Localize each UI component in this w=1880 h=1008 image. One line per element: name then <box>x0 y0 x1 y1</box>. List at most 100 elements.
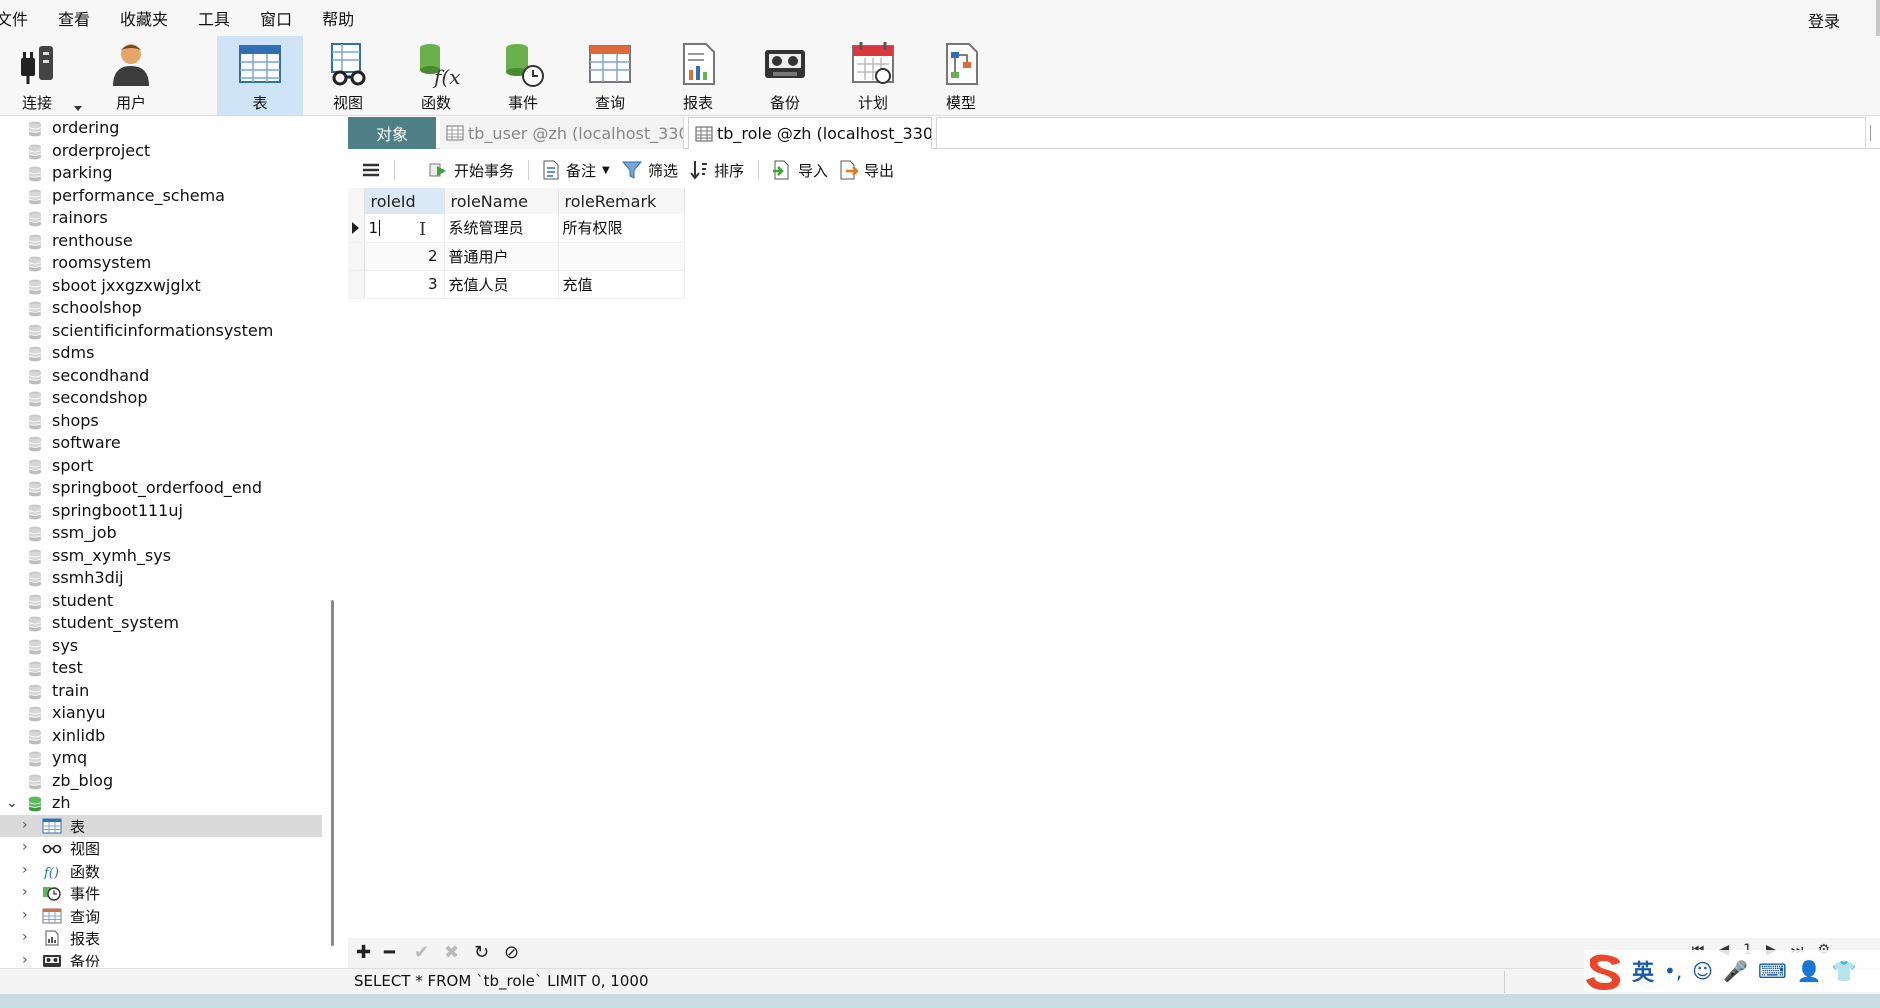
menu-view[interactable]: 查看 <box>58 6 90 30</box>
login-button[interactable]: 登录 <box>1808 8 1840 32</box>
memo-dropdown-icon[interactable]: ▼ <box>602 165 610 176</box>
emoji-icon[interactable]: ☺ <box>1692 959 1713 983</box>
tree-item-database[interactable]: ssm_xymh_sys <box>0 545 322 568</box>
sort-button[interactable]: 排序 <box>690 158 744 182</box>
sogou-logo-icon[interactable] <box>1584 951 1628 991</box>
tree-item-event-clock[interactable]: › 事件 <box>0 882 322 905</box>
memo-button[interactable]: 备注 ▼ <box>542 158 610 182</box>
tree-item-table[interactable]: › 表 <box>0 814 322 837</box>
begin-transaction-button[interactable]: 开始事务 <box>428 158 514 182</box>
tree-item-database[interactable]: rainors <box>0 207 322 230</box>
report-button[interactable]: 报表 <box>655 36 741 115</box>
tab-tb-user[interactable]: tb_user @zh (localhost_330... <box>440 117 684 149</box>
tree-item-database-open[interactable]: ⌄ zh <box>0 792 322 815</box>
chevron-right-icon[interactable]: › <box>22 929 28 945</box>
tree-item-function[interactable]: › f() 函数 <box>0 860 322 883</box>
tree-item-report[interactable]: › 报表 <box>0 927 322 950</box>
tree-item-database[interactable]: performance_schema <box>0 185 322 208</box>
tree-item-query[interactable]: › 查询 <box>0 905 322 928</box>
chevron-down-icon[interactable]: ⌄ <box>6 795 18 811</box>
tree-item-database[interactable]: software <box>0 432 322 455</box>
tab-overflow-icon[interactable] <box>1870 125 1880 141</box>
chevron-right-icon[interactable]: › <box>22 862 28 878</box>
menu-help[interactable]: 帮助 <box>322 6 354 30</box>
function-button[interactable]: f(x) 函数 <box>393 36 479 115</box>
menu-button[interactable] <box>362 158 386 182</box>
table-button[interactable]: 表 <box>217 36 303 115</box>
tree-item-database[interactable]: zb_blog <box>0 770 322 793</box>
tree-item-database[interactable]: test <box>0 657 322 680</box>
menu-favorites[interactable]: 收藏夹 <box>120 6 168 30</box>
tree-item-database[interactable]: sys <box>0 635 322 658</box>
keyboard-icon[interactable]: ⌨ <box>1758 959 1787 983</box>
table-row[interactable]: 3 充值人员 充值 <box>348 270 685 299</box>
tree-item-database[interactable]: ssmh3dij <box>0 567 322 590</box>
cell-roleremark[interactable] <box>558 242 685 271</box>
user-button[interactable]: 用户 <box>88 36 174 115</box>
skin-shirt-icon[interactable]: 👕 <box>1832 959 1857 983</box>
stop-button[interactable]: ⊘ <box>504 942 519 963</box>
view-button[interactable]: 视图 <box>305 36 391 115</box>
chevron-right-icon[interactable]: › <box>22 839 28 855</box>
tree-item-database[interactable]: roomsystem <box>0 252 322 275</box>
row-indicator[interactable] <box>348 242 365 271</box>
add-record-button[interactable]: ✚ <box>356 942 371 963</box>
cell-roleremark[interactable]: 充值 <box>558 270 685 299</box>
connect-dropdown-icon[interactable] <box>74 106 82 111</box>
row-indicator[interactable] <box>348 214 365 243</box>
tree-item-database[interactable]: sdms <box>0 342 322 365</box>
tree-item-database[interactable]: parking <box>0 162 322 185</box>
cell-roleid[interactable]: 2 <box>364 242 445 271</box>
cell-roleid[interactable]: 1 <box>364 214 445 243</box>
tree-item-database[interactable]: sport <box>0 455 322 478</box>
filter-button[interactable]: 筛选 <box>622 158 678 182</box>
chevron-right-icon[interactable]: › <box>22 817 28 833</box>
tab-tb-role[interactable]: tb_role @zh (localhost_3306... <box>688 117 932 149</box>
tree-item-view-glasses[interactable]: › 视图 <box>0 837 322 860</box>
chevron-right-icon[interactable]: › <box>22 884 28 900</box>
delete-record-button[interactable]: ━ <box>384 942 395 963</box>
discard-changes-button[interactable]: ✖ <box>444 942 459 963</box>
cell-rolename[interactable]: 充值人员 <box>444 270 559 299</box>
tree-item-database[interactable]: springboot_orderfood_end <box>0 477 322 500</box>
backup-button[interactable]: 备份 <box>742 36 828 115</box>
tree-item-database[interactable]: scientificinformationsystem <box>0 320 322 343</box>
tree-item-database[interactable]: train <box>0 680 322 703</box>
cell-roleremark[interactable]: 所有权限 <box>558 214 685 243</box>
chevron-right-icon[interactable]: › <box>22 952 28 968</box>
event-button[interactable]: 事件 <box>480 36 566 115</box>
tab-objects[interactable]: 对象 <box>348 117 436 149</box>
tree-item-database[interactable]: secondshop <box>0 387 322 410</box>
tree-item-backup-tape[interactable]: › 备份 <box>0 950 322 968</box>
tree-item-database[interactable]: student_system <box>0 612 322 635</box>
tree-item-database[interactable]: secondhand <box>0 365 322 388</box>
query-button[interactable]: 查询 <box>567 36 653 115</box>
export-button[interactable]: 导出 <box>838 158 894 182</box>
menu-tools[interactable]: 工具 <box>198 6 230 30</box>
sidebar-scrollbar[interactable] <box>331 600 334 946</box>
column-header-roleid[interactable]: roleId <box>364 188 445 214</box>
punctuation-icon[interactable]: •, <box>1664 959 1682 983</box>
column-header-rolename[interactable]: roleName <box>444 188 559 214</box>
menu-window[interactable]: 窗口 <box>260 6 292 30</box>
tree-item-database[interactable]: xinlidb <box>0 725 322 748</box>
connection-tree[interactable]: ordering orderproject parking performanc… <box>0 117 332 967</box>
tree-item-database[interactable]: shops <box>0 410 322 433</box>
ime-mode[interactable]: 英 <box>1632 955 1654 987</box>
data-grid[interactable]: roleId roleName roleRemark 1 系统管理员 所有权限 … <box>348 188 685 299</box>
cell-roleid[interactable]: 3 <box>364 270 445 299</box>
model-button[interactable]: 模型 <box>918 36 1004 115</box>
refresh-button[interactable]: ↻ <box>474 942 489 963</box>
user-profile-icon[interactable]: 👤 <box>1797 959 1822 983</box>
import-button[interactable]: 导入 <box>772 158 828 182</box>
schedule-button[interactable]: 计划 <box>830 36 916 115</box>
table-row[interactable]: 1 系统管理员 所有权限 <box>348 214 685 243</box>
tree-item-database[interactable]: sboot jxxgzxwjglxt <box>0 275 322 298</box>
menu-file[interactable]: 文件 <box>0 6 28 30</box>
apply-changes-button[interactable]: ✔ <box>414 942 429 963</box>
tree-item-database[interactable]: student <box>0 590 322 613</box>
column-header-roleremark[interactable]: roleRemark <box>558 188 685 214</box>
chevron-right-icon[interactable]: › <box>22 907 28 923</box>
cell-rolename[interactable]: 系统管理员 <box>444 214 559 243</box>
row-indicator[interactable] <box>348 270 365 299</box>
